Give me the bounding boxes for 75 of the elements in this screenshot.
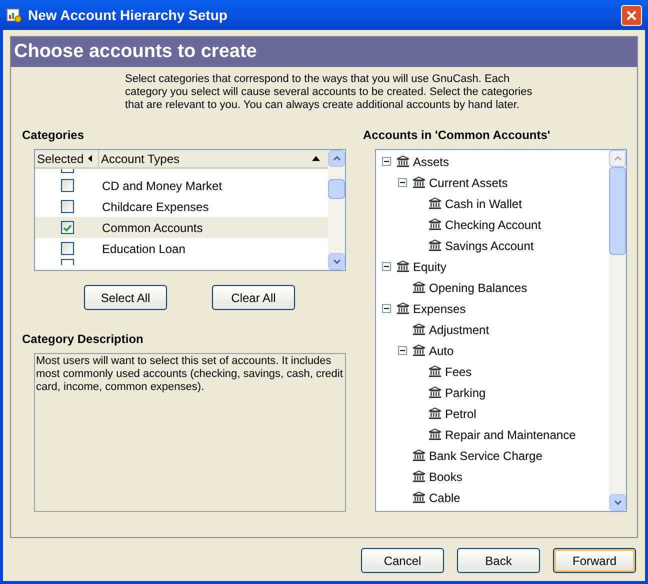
bank-icon [412, 470, 426, 483]
tree-item[interactable]: Books [429, 468, 462, 486]
collapse-icon[interactable] [398, 178, 407, 187]
collapse-icon[interactable] [382, 262, 391, 271]
tree-item[interactable]: Auto [429, 342, 454, 360]
tree-item[interactable]: Parking [445, 384, 486, 402]
bank-icon [428, 386, 442, 399]
intro-text: Select categories that correspond to the ways that you will use GnuCash. Each category you select will cause several accounts to be created. Select the categories that are relevant to you. You can always create additional accounts by hand later. [125, 73, 534, 112]
table-cell-text: Childcare Expenses [102, 198, 209, 216]
table-cell-text: Education Loan [102, 240, 186, 258]
category-row[interactable]: Common Accounts [35, 217, 328, 238]
tree-item[interactable]: Opening Balances [429, 278, 528, 296]
tree-item[interactable]: Expenses [413, 300, 466, 318]
bank-icon [412, 449, 426, 462]
close-icon [626, 10, 637, 20]
page-title: Choose accounts to create [14, 40, 257, 64]
tree-item[interactable]: Current Assets [429, 174, 508, 192]
scroll-up-icon [332, 156, 340, 161]
tree-item[interactable]: Equity [413, 258, 446, 276]
section-label: Categories [22, 127, 86, 144]
tree-item[interactable]: Savings Account [445, 236, 534, 254]
section-label: Category Description [22, 331, 144, 348]
tree-item[interactable]: Assets [413, 152, 450, 170]
bank-icon [412, 491, 426, 504]
tree-item[interactable]: Cash in Wallet [445, 194, 522, 212]
table-cell-text: CD and Money Market [102, 178, 222, 194]
bank-icon [428, 365, 442, 378]
column-header[interactable]: Account Types [99, 150, 328, 167]
table-cell-text: Common Accounts [102, 220, 203, 236]
description-text: Most users will want to select this set of accounts. It includes most commonly used accounts (checking, savings, cash, credit card, income, common expenses). [36, 355, 344, 394]
scroll-down-icon [332, 259, 340, 264]
tree-item[interactable]: Adjustment [429, 320, 490, 338]
scroll-thumb[interactable] [609, 167, 626, 255]
collapse-icon[interactable] [382, 304, 391, 313]
tree-item[interactable]: Fees [445, 362, 472, 380]
tree-item[interactable]: Cable [429, 488, 460, 506]
close-button[interactable] [621, 4, 642, 26]
scrollbar[interactable] [328, 150, 345, 270]
dialog-button[interactable]: Select All [84, 285, 167, 310]
collapse-icon[interactable] [382, 157, 391, 166]
bank-icon [412, 281, 426, 294]
bank-icon [428, 239, 442, 252]
dialog-button[interactable]: Back [457, 548, 540, 573]
dialog-button[interactable]: Clear All [212, 285, 295, 310]
column-header[interactable]: Selected [35, 150, 99, 167]
window-title: New Account Hierarchy Setup [28, 6, 228, 25]
tree-item[interactable]: Repair and Maintenance [445, 426, 576, 444]
bank-icon [412, 323, 426, 336]
scroll-thumb[interactable] [328, 179, 345, 199]
tree-item[interactable]: Bank Service Charge [429, 446, 542, 464]
section-label: Accounts in 'Common Accounts' [363, 127, 552, 144]
dialog-button[interactable]: Cancel [361, 548, 444, 573]
tree-item[interactable]: Petrol [445, 404, 476, 422]
bank-icon [428, 428, 442, 441]
sort-up-icon [312, 156, 320, 161]
checkbox[interactable] [60, 179, 74, 192]
bank-icon [428, 407, 442, 420]
app-icon [6, 7, 22, 23]
bank-icon [412, 344, 426, 357]
checkbox[interactable] [60, 200, 74, 213]
collapse-icon[interactable] [398, 346, 407, 355]
bank-icon [428, 197, 442, 210]
checkbox[interactable] [60, 221, 74, 234]
dialog-button[interactable]: Forward [553, 548, 636, 573]
tree-item[interactable]: Checking Account [445, 216, 542, 234]
bank-icon [412, 176, 426, 189]
scroll-down-icon [614, 500, 622, 505]
sort-left-icon [88, 155, 92, 162]
scroll-up-icon [614, 156, 622, 161]
bank-icon [396, 155, 410, 168]
checkbox[interactable] [60, 242, 74, 255]
bank-icon [396, 260, 410, 273]
scrollbar[interactable] [609, 150, 626, 511]
bank-icon [396, 302, 410, 315]
bank-icon [428, 218, 442, 231]
